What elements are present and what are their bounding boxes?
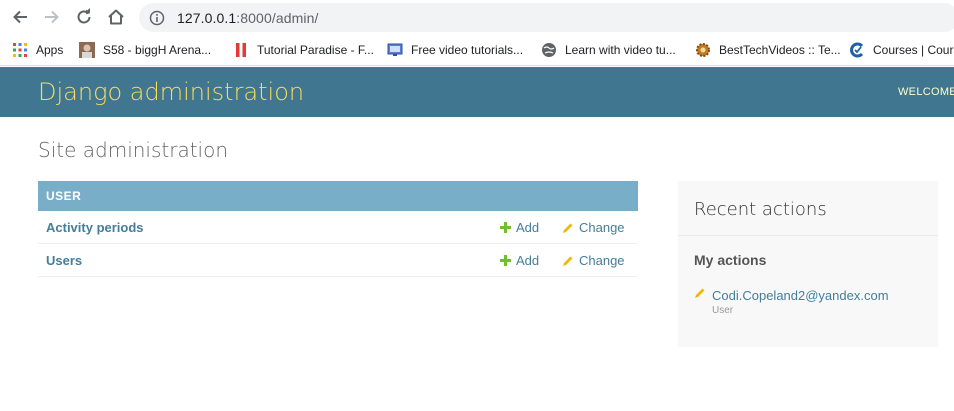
back-button[interactable] xyxy=(10,7,30,27)
url-host: 127.0.0.1 xyxy=(177,9,237,26)
add-user-link[interactable]: Add xyxy=(500,253,539,268)
site-branding[interactable]: Django administration xyxy=(38,78,304,106)
home-icon xyxy=(108,9,124,25)
add-activity-period-link[interactable]: Add xyxy=(500,220,539,235)
change-activity-period-link[interactable]: Change xyxy=(562,220,625,235)
url-path: :8000/admin/ xyxy=(236,9,319,26)
home-button[interactable] xyxy=(106,7,126,27)
apps-grid-icon xyxy=(12,42,28,58)
recent-actions-title: Recent actions xyxy=(694,199,827,220)
divider xyxy=(678,235,938,236)
recent-actions-panel: Recent actions My actions Codi.Copeland2… xyxy=(678,181,938,347)
change-user-link[interactable]: Change xyxy=(562,253,625,268)
recent-action-item: Codi.Copeland2@yandex.com xyxy=(694,286,889,304)
bookmark-learn-video[interactable]: Learn with video tu... xyxy=(541,34,676,65)
browser-toolbar: 127.0.0.1:8000/admin/ xyxy=(0,0,954,34)
bookmark-label: Tutorial Paradise - F... xyxy=(257,43,374,57)
model-link-activity-periods[interactable]: Activity periods xyxy=(46,220,144,235)
forward-button[interactable] xyxy=(42,7,62,27)
admin-header: Django administration WELCOME xyxy=(0,67,954,117)
module-caption[interactable]: USER xyxy=(38,181,638,211)
plus-icon xyxy=(500,255,511,266)
recent-action-link[interactable]: Codi.Copeland2@yandex.com xyxy=(712,288,889,303)
pencil-icon xyxy=(694,286,706,304)
info-icon xyxy=(149,10,165,25)
user-tools-welcome: WELCOME xyxy=(898,86,954,98)
arrow-left-icon xyxy=(13,10,27,24)
my-actions-heading: My actions xyxy=(694,252,767,268)
page-title: Site administration xyxy=(38,138,229,162)
bookmark-courses[interactable]: Courses | Cours xyxy=(849,34,954,65)
recent-action-type: User xyxy=(712,305,734,316)
bookmark-label: Free video tutorials... xyxy=(411,43,524,57)
reload-icon xyxy=(77,8,91,24)
bookmark-tutorial-paradise[interactable]: Tutorial Paradise - F... xyxy=(233,34,374,65)
reload-button[interactable] xyxy=(74,7,94,27)
bookmark-label: BestTechVideos :: Te... xyxy=(719,43,841,57)
plus-icon xyxy=(500,222,511,233)
model-link-users[interactable]: Users xyxy=(46,253,82,268)
change-label: Change xyxy=(579,253,625,268)
model-row-activity-periods: Activity periods Add Change xyxy=(38,211,638,244)
bookmark-besttechvideos[interactable]: BestTechVideos :: Te... xyxy=(695,34,841,65)
add-label: Add xyxy=(516,253,540,268)
address-bar[interactable]: 127.0.0.1:8000/admin/ xyxy=(139,3,954,32)
bookmark-label: Apps xyxy=(36,43,64,57)
model-row-users: Users Add Change xyxy=(38,244,638,277)
bookmark-label: Courses | Cours xyxy=(873,43,954,57)
bookmark-free-video[interactable]: Free video tutorials... xyxy=(387,34,524,65)
globe-icon xyxy=(541,42,557,58)
app-module-user: USER Activity periods Add Change Users A… xyxy=(38,181,638,277)
avatar-icon xyxy=(79,42,95,58)
change-label: Change xyxy=(579,220,625,235)
bookmark-label: S58 - biggH Arena... xyxy=(103,43,212,57)
bookmark-biggh[interactable]: S58 - biggH Arena... xyxy=(79,34,212,65)
arrow-right-icon xyxy=(45,10,59,24)
bookmarks-bar: Apps S58 - biggH Arena... Tutorial Parad… xyxy=(0,34,954,66)
bookmark-red-icon xyxy=(233,42,249,58)
pencil-icon xyxy=(562,255,574,267)
bookmark-apps[interactable]: Apps xyxy=(12,34,64,65)
courses-icon xyxy=(849,42,865,58)
gear-icon xyxy=(695,42,711,58)
url-text: 127.0.0.1:8000/admin/ xyxy=(177,10,318,26)
add-label: Add xyxy=(516,220,540,235)
pencil-icon xyxy=(562,222,574,234)
bookmark-label: Learn with video tu... xyxy=(565,43,676,57)
monitor-icon xyxy=(387,42,403,58)
